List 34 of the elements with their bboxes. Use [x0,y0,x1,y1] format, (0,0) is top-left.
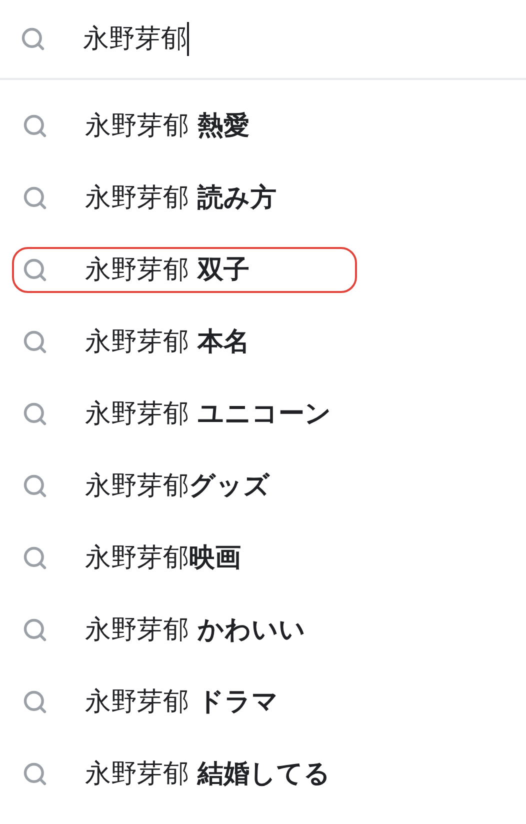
suggestion-item[interactable]: 永野芽郁 結婚してる [12,751,357,797]
search-icon [22,257,48,283]
search-icon [22,689,48,715]
search-icon [22,545,48,571]
suggestion-text: 永野芽郁映画 [85,545,241,571]
suggestion-item[interactable]: 永野芽郁 ドラマ [12,679,357,725]
search-icon [22,473,48,499]
suggestion-text: 永野芽郁 かわいい [85,617,306,643]
search-icon [22,617,48,643]
suggestion-item[interactable]: 永野芽郁 ユニコーン [12,391,357,437]
search-icon [22,401,48,427]
search-field[interactable]: 永野芽郁 [0,0,526,80]
suggestion-item[interactable]: 永野芽郁グッズ [12,463,357,509]
search-icon [22,761,48,787]
suggestion-item[interactable]: 永野芽郁 読み方 [12,175,357,221]
suggestion-item[interactable]: 永野芽郁 かわいい [12,607,357,653]
suggestion-text: 永野芽郁グッズ [85,473,270,499]
suggestion-text: 永野芽郁 ドラマ [85,689,278,715]
suggestion-text: 永野芽郁 熱愛 [85,113,250,139]
suggestion-text: 永野芽郁 双子 [85,257,250,283]
suggestion-item[interactable]: 永野芽郁 本名 [12,319,357,365]
search-icon [22,185,48,211]
suggestion-item[interactable]: 永野芽郁 双子 [12,247,357,293]
suggestion-text: 永野芽郁 ユニコーン [85,401,332,427]
suggestion-item[interactable]: 永野芽郁 熱愛 [12,103,357,149]
text-cursor [187,22,189,56]
suggestion-text: 永野芽郁 読み方 [85,185,276,211]
search-icon [20,26,46,52]
search-text: 永野芽郁 [83,26,187,52]
suggestion-text: 永野芽郁 結婚してる [85,761,330,787]
search-icon [22,329,48,355]
suggestion-text: 永野芽郁 本名 [85,329,250,355]
suggestion-item[interactable]: 永野芽郁映画 [12,535,357,581]
search-icon [22,113,48,139]
